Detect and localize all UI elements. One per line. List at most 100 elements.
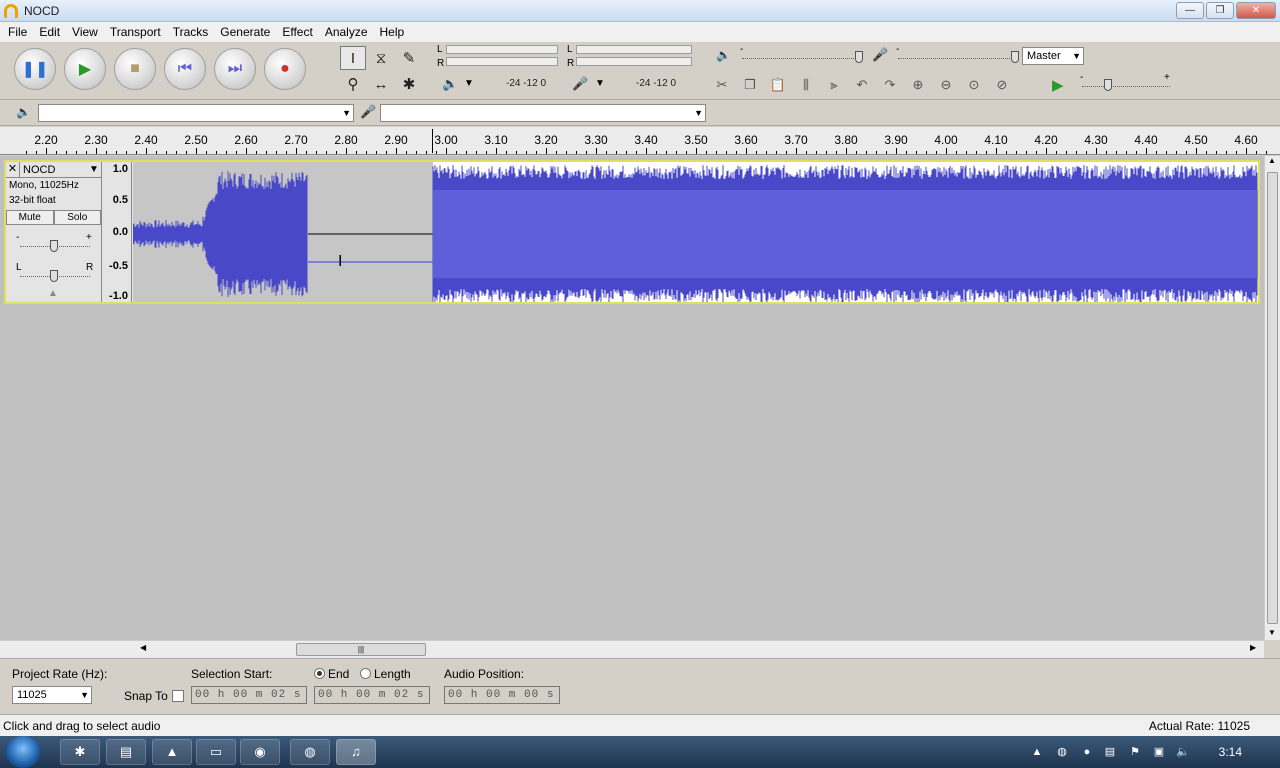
play-meter-right[interactable]: [446, 57, 558, 66]
multi-tool-icon[interactable]: ✱: [396, 72, 422, 96]
taskbar-explorer-icon[interactable]: ▭: [196, 739, 236, 765]
output-volume-thumb[interactable]: [855, 51, 863, 63]
zoom-out-icon[interactable]: ⊖: [934, 74, 958, 96]
length-radio-group[interactable]: Length: [360, 667, 411, 681]
copy-icon[interactable]: ❐: [738, 74, 762, 96]
menu-file[interactable]: File: [2, 25, 33, 39]
track-close-button[interactable]: ✕: [6, 162, 20, 177]
input-source-select[interactable]: Master ▼: [1022, 47, 1084, 65]
menu-tracks[interactable]: Tracks: [167, 25, 215, 39]
menu-edit[interactable]: Edit: [33, 25, 66, 39]
play-speed-slider[interactable]: [1082, 86, 1170, 88]
cut-icon[interactable]: ✂: [710, 74, 734, 96]
taskbar-notepad-icon[interactable]: ▤: [106, 739, 146, 765]
rec-meter-right[interactable]: [576, 57, 692, 66]
end-radio[interactable]: [314, 668, 325, 679]
fit-project-icon[interactable]: ⊘: [990, 74, 1014, 96]
snap-to-checkbox[interactable]: [172, 690, 184, 702]
play-meter-dropdown-icon[interactable]: ▼: [464, 78, 474, 89]
vertical-scrollbar[interactable]: ▲ ▼: [1264, 156, 1280, 640]
waveform-display[interactable]: I: [133, 162, 1258, 302]
speaker-icon[interactable]: 🔈: [442, 76, 458, 92]
vertical-scale[interactable]: 1.0 0.5 0.0 -0.5 -1.0: [102, 162, 132, 302]
rec-meter-dropdown-icon[interactable]: ▼: [595, 78, 605, 89]
taskbar-vlc-icon[interactable]: ▲: [152, 739, 192, 765]
menu-help[interactable]: Help: [374, 25, 411, 39]
tray-network-icon[interactable]: ◍: [1055, 745, 1069, 759]
vertical-scroll-thumb[interactable]: [1267, 172, 1278, 624]
playback-device-select[interactable]: ▼: [38, 104, 354, 122]
taskbar-audacity-icon[interactable]: ♫: [336, 739, 376, 765]
close-button[interactable]: ✕: [1236, 2, 1276, 19]
tray-flag-icon[interactable]: ⚑: [1128, 745, 1142, 759]
trim-icon[interactable]: ⫼: [794, 74, 818, 96]
solo-button[interactable]: Solo: [53, 210, 101, 225]
menu-effect[interactable]: Effect: [276, 25, 318, 39]
horizontal-scrollbar[interactable]: ◀ ||| ▶: [0, 640, 1264, 658]
pause-button[interactable]: ❚❚: [14, 48, 56, 90]
tray-vlc-icon[interactable]: ▲: [1030, 745, 1044, 759]
maximize-button[interactable]: ❐: [1206, 2, 1234, 19]
fit-selection-icon[interactable]: ⊙: [962, 74, 986, 96]
playhead-marker[interactable]: [432, 129, 433, 153]
draw-tool-icon[interactable]: ✎: [396, 46, 422, 70]
timeshift-tool-icon[interactable]: ↔: [368, 72, 394, 96]
taskbar-firefox-icon[interactable]: ◉: [240, 739, 280, 765]
selection-start-field[interactable]: 00 h 00 m 02 s: [191, 686, 307, 704]
silence-icon[interactable]: ⫸: [822, 74, 846, 96]
track-name-menu[interactable]: NOCD: [20, 164, 89, 176]
scroll-left-icon[interactable]: ◀: [140, 643, 146, 652]
menu-generate[interactable]: Generate: [214, 25, 276, 39]
envelope-tool-icon[interactable]: ⧖: [368, 46, 394, 70]
stop-button[interactable]: ■: [114, 48, 156, 90]
input-volume-slider[interactable]: [898, 58, 1018, 60]
input-volume-thumb[interactable]: [1011, 51, 1019, 63]
menu-view[interactable]: View: [66, 25, 104, 39]
output-volume-slider[interactable]: [742, 58, 862, 60]
timeline-ruler[interactable]: 2.20 2.30 2.40 2.50 2.60 2.70 2.80 2.90 3.00 3.10…: [0, 127, 1280, 155]
mic-icon[interactable]: 🎤: [572, 76, 588, 92]
taskbar-clock[interactable]: 3:14: [1219, 745, 1242, 759]
tray-doc-icon[interactable]: ▤: [1103, 745, 1117, 759]
start-button[interactable]: [6, 736, 40, 768]
scroll-right-icon[interactable]: ▶: [1250, 643, 1256, 652]
zoom-tool-icon[interactable]: ⚲: [340, 72, 366, 96]
horizontal-scroll-thumb[interactable]: |||: [296, 643, 426, 656]
scroll-up-icon[interactable]: ▲: [1268, 156, 1276, 165]
zoom-in-icon[interactable]: ⊕: [906, 74, 930, 96]
recording-device-select[interactable]: ▼: [380, 104, 706, 122]
mute-button[interactable]: Mute: [6, 210, 54, 225]
menu-transport[interactable]: Transport: [104, 25, 167, 39]
play-meter-left[interactable]: [446, 45, 558, 54]
record-button[interactable]: ●: [264, 48, 306, 90]
length-radio[interactable]: [360, 668, 371, 679]
taskbar-globe-icon[interactable]: ◍: [290, 739, 330, 765]
menu-analyze[interactable]: Analyze: [319, 25, 374, 39]
selection-tool-icon[interactable]: I: [340, 46, 366, 70]
audio-track[interactable]: ✕ NOCD ▼ Mono, 11025Hz 32-bit float Mute…: [4, 160, 1260, 304]
paste-icon[interactable]: 📋: [766, 74, 790, 96]
track-panel[interactable]: ✕ NOCD ▼ Mono, 11025Hz 32-bit float Mute…: [0, 156, 1264, 640]
pan-thumb[interactable]: [50, 270, 58, 282]
tray-volume-icon[interactable]: 🔈: [1176, 745, 1190, 759]
tray-mic-icon[interactable]: ●: [1080, 745, 1094, 759]
skip-to-start-button[interactable]: ⏮: [164, 48, 206, 90]
end-radio-group[interactable]: End: [314, 667, 349, 681]
minimize-button[interactable]: —: [1176, 2, 1204, 19]
tray-screen-icon[interactable]: ▣: [1152, 745, 1166, 759]
scroll-down-icon[interactable]: ▼: [1268, 628, 1276, 637]
selection-end-field[interactable]: 00 h 00 m 02 s: [314, 686, 430, 704]
gain-thumb[interactable]: [50, 240, 58, 252]
play-at-speed-icon[interactable]: ▶: [1052, 76, 1064, 94]
audio-position-field[interactable]: 00 h 00 m 00 s: [444, 686, 560, 704]
redo-icon[interactable]: ↷: [878, 74, 902, 96]
play-speed-thumb[interactable]: [1104, 79, 1112, 91]
chevron-down-icon[interactable]: ▼: [89, 164, 101, 175]
skip-to-end-button[interactable]: ⏭: [214, 48, 256, 90]
undo-icon[interactable]: ↶: [850, 74, 874, 96]
project-rate-select[interactable]: 11025 ▼: [12, 686, 92, 704]
rec-meter-left[interactable]: [576, 45, 692, 54]
taskbar-app-icon[interactable]: ✱: [60, 739, 100, 765]
play-button[interactable]: ▶: [64, 48, 106, 90]
collapse-track-icon[interactable]: ▲: [48, 288, 58, 299]
